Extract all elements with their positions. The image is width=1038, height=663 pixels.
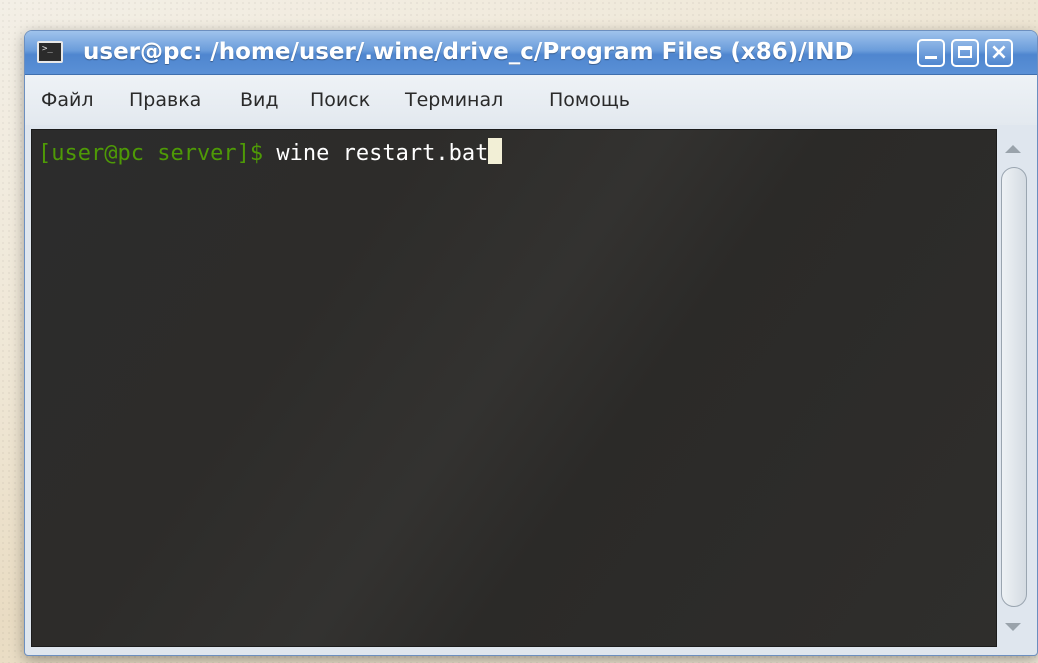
menu-edit[interactable]: Правка (129, 89, 201, 111)
title-bar[interactable]: >_ user@pc: /home/user/.wine/drive_c/Pro… (25, 31, 1037, 75)
minimize-button[interactable] (917, 39, 945, 67)
close-button[interactable]: × (985, 39, 1013, 67)
scroll-up-arrow-icon[interactable] (1005, 145, 1021, 153)
window-title: user@pc: /home/user/.wine/drive_c/Progra… (83, 39, 854, 65)
text-cursor (488, 138, 503, 164)
maximize-button[interactable] (951, 39, 979, 67)
menu-help[interactable]: Помощь (549, 89, 630, 111)
close-icon: × (989, 40, 1009, 65)
menu-terminal[interactable]: Терминал (405, 89, 503, 111)
scroll-down-arrow-icon[interactable] (1005, 623, 1021, 631)
menu-search[interactable]: Поиск (310, 89, 370, 111)
vertical-scrollbar[interactable] (997, 129, 1031, 647)
scroll-thumb[interactable] (1001, 167, 1027, 607)
maximize-icon (958, 46, 972, 58)
terminal-window: >_ user@pc: /home/user/.wine/drive_c/Pro… (24, 30, 1038, 656)
terminal-command-line: [user@pc server]$ wine restart.bat (38, 138, 503, 168)
shell-prompt: [user@pc server]$ (38, 141, 264, 166)
terminal-icon: >_ (37, 41, 63, 63)
menu-file[interactable]: Файл (41, 89, 94, 111)
terminal-area[interactable]: [user@pc server]$ wine restart.bat (31, 129, 997, 647)
minimize-icon (925, 56, 937, 59)
menu-view[interactable]: Вид (240, 89, 279, 111)
menu-bar: Файл Правка Вид Поиск Терминал Помощь (25, 75, 1037, 125)
typed-command: wine restart.bat (276, 141, 489, 166)
